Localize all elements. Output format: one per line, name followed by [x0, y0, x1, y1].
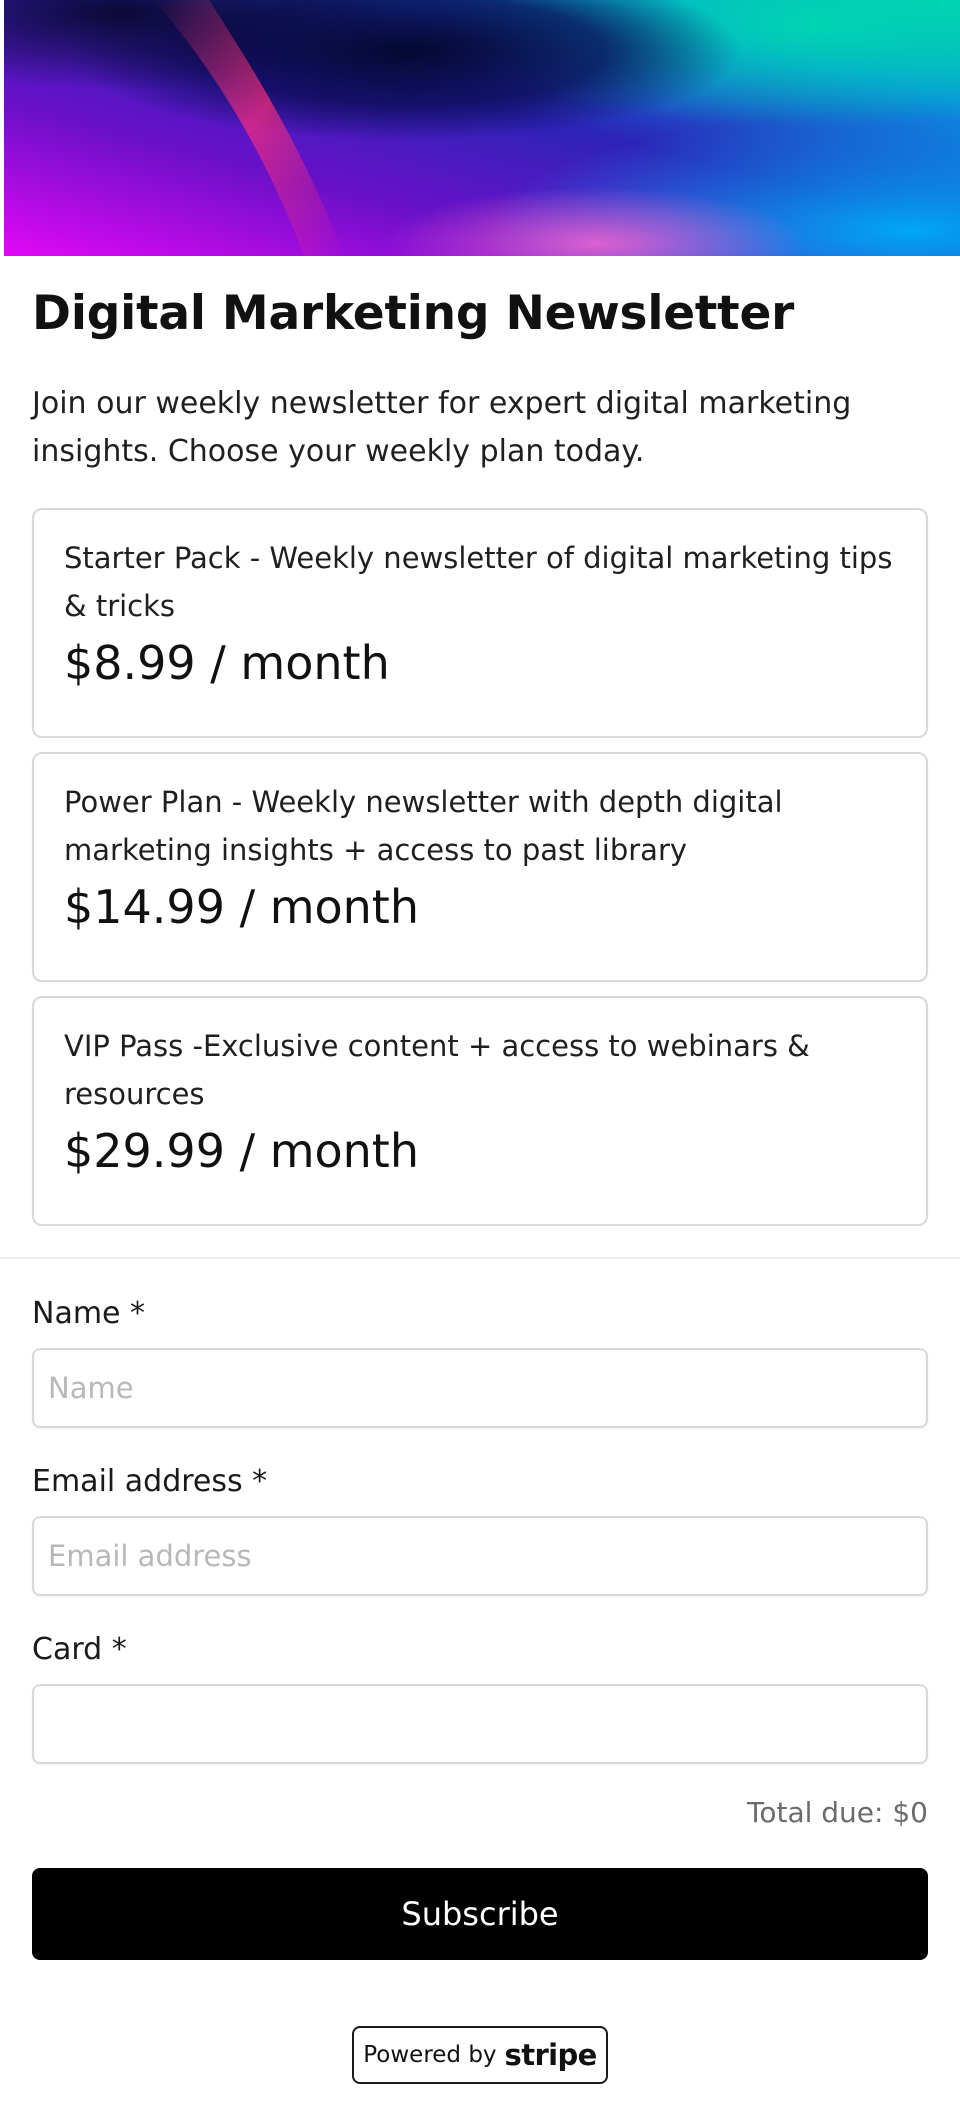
checkout-page: Digital Marketing Newsletter Join our we…	[0, 0, 960, 2120]
plan-description: VIP Pass -Exclusive content + access to …	[64, 1029, 810, 1111]
stripe-logo: stripe	[504, 2038, 598, 2072]
powered-by-label: Powered by	[363, 2042, 497, 2068]
total-due: Total due: $0	[746, 1796, 928, 1829]
plan-price: $8.99 / month	[64, 636, 390, 690]
plan-option-vip[interactable]: VIP Pass -Exclusive content + access to …	[32, 996, 928, 1226]
name-field[interactable]	[32, 1348, 928, 1428]
plan-option-starter[interactable]: Starter Pack - Weekly newsletter of digi…	[32, 508, 928, 738]
gradient-banner-image	[4, 0, 960, 256]
name-label: Name *	[32, 1296, 146, 1331]
subscribe-button[interactable]: Subscribe	[32, 1868, 928, 1960]
plan-price: $14.99 / month	[64, 880, 419, 934]
powered-by-stripe-link[interactable]: Powered by stripe	[352, 2026, 608, 2084]
plan-option-power[interactable]: Power Plan - Weekly newsletter with dept…	[32, 752, 928, 982]
card-label: Card *	[32, 1632, 127, 1667]
card-input[interactable]	[32, 1684, 928, 1764]
plan-description: Power Plan - Weekly newsletter with dept…	[64, 785, 783, 867]
page-description: Join our weekly newsletter for expert di…	[32, 386, 852, 469]
page-title: Digital Marketing Newsletter	[32, 286, 795, 341]
email-label: Email address *	[32, 1464, 268, 1499]
plan-price: $29.99 / month	[64, 1124, 419, 1178]
plan-description: Starter Pack - Weekly newsletter of digi…	[64, 541, 893, 623]
email-field[interactable]	[32, 1516, 928, 1596]
hero-banner	[4, 0, 960, 256]
section-divider	[0, 1257, 960, 1259]
